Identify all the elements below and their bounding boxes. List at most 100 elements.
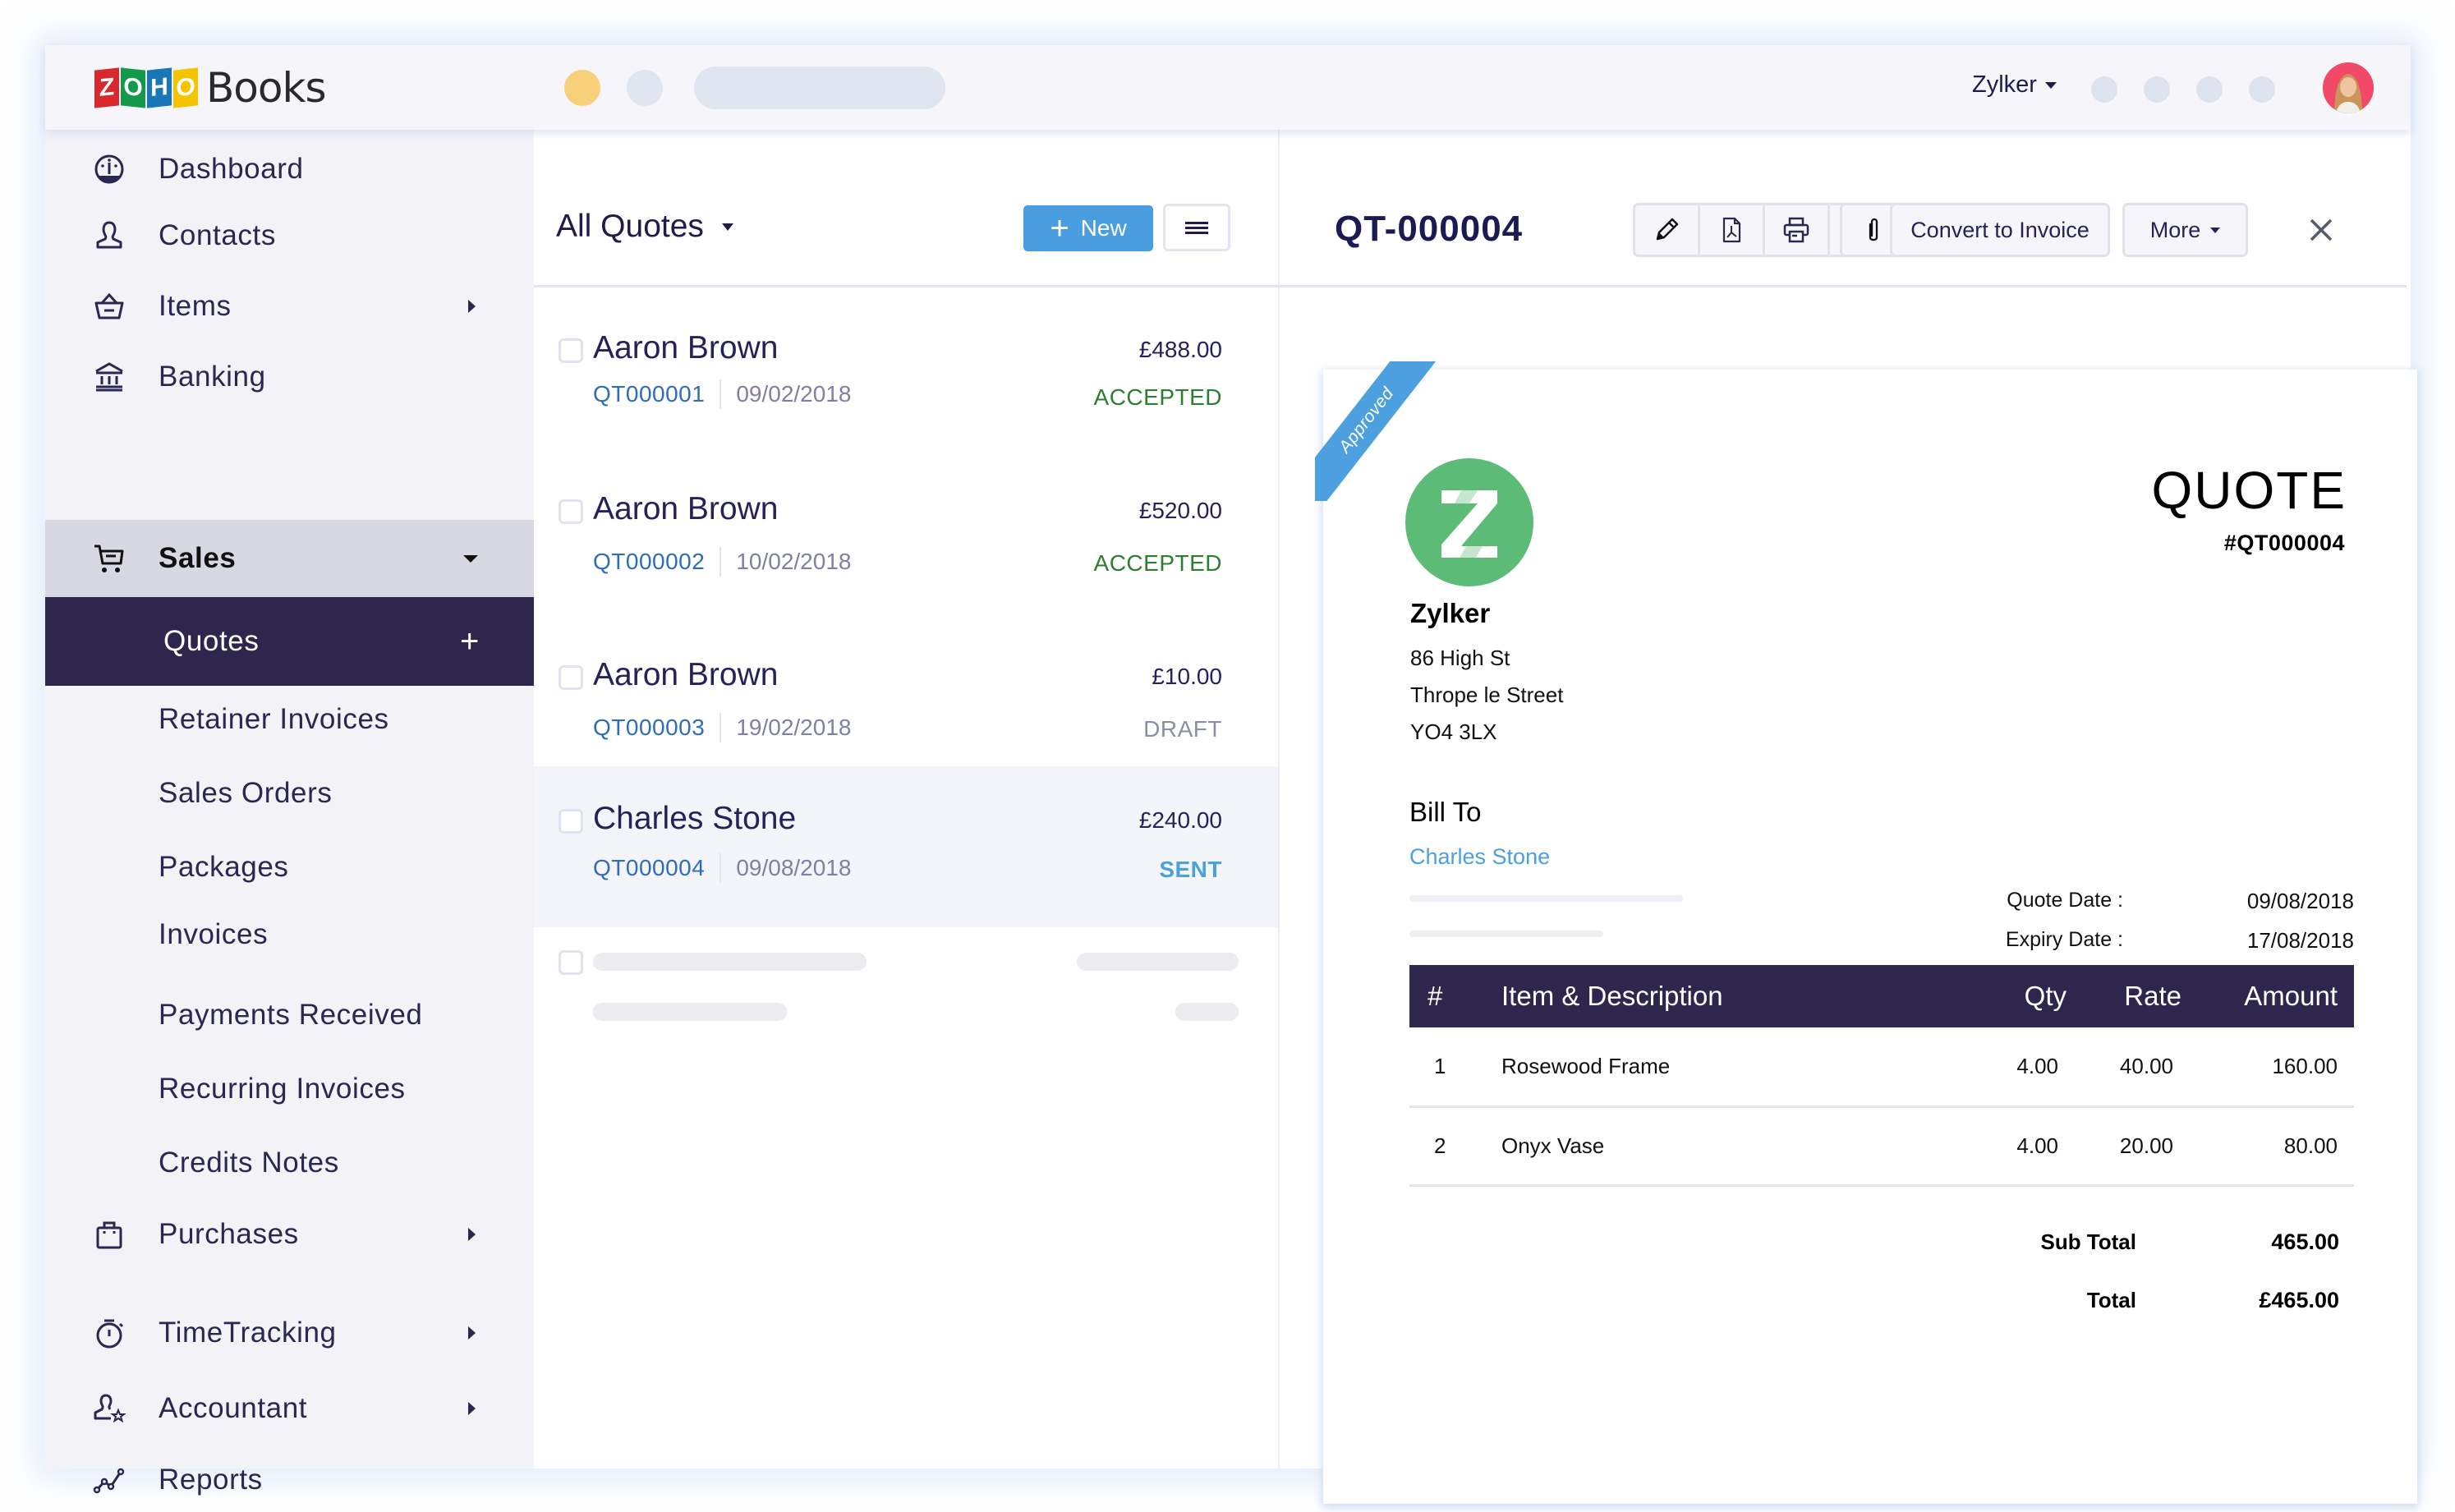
quote-number: QT000004 [593,855,706,880]
chevron-right-icon [468,1326,476,1340]
sidebar-subitem-retainer-invoices[interactable]: Retainer Invoices [45,684,534,755]
new-quote-button[interactable]: + New [1023,205,1153,251]
sidebar-item-label: Quotes [163,625,260,657]
stopwatch-icon [93,1317,126,1349]
add-quote-plus-icon[interactable]: + [460,623,479,660]
quote-list-item[interactable]: Aaron Brown £488.00 QT000001 09/02/2018 … [534,320,1278,481]
sidebar-subitem-packages[interactable]: Packages [45,832,534,903]
sidebar-subitem-payments-received[interactable]: Payments Received [45,980,534,1050]
sidebar-item-timetracking[interactable]: TimeTracking [45,1298,534,1368]
header-action-icon[interactable] [2091,76,2117,103]
placeholder-dot-icon[interactable] [627,70,663,106]
sidebar: Dashboard Contacts Items Banking Sales Q… [45,130,534,1496]
skeleton-placeholder [1409,895,1683,902]
status-badge: ACCEPTED [1093,550,1222,576]
row-checkbox[interactable] [559,665,583,690]
divider [719,379,722,409]
quote-meta: QT000002 10/02/2018 [593,547,851,577]
quote-date: 10/02/2018 [736,549,852,574]
view-selector-dropdown[interactable]: All Quotes [556,209,733,245]
sidebar-subitem-quotes[interactable]: Quotes + [45,597,534,686]
user-avatar[interactable] [2323,62,2374,113]
status-dot-icon[interactable] [564,70,600,106]
bank-icon [93,361,126,393]
row-checkbox[interactable] [559,499,583,524]
close-detail-button[interactable] [2306,215,2339,248]
edit-button[interactable] [1635,205,1700,255]
sidebar-subitem-credit-notes[interactable]: Credits Notes [45,1128,534,1198]
convert-to-invoice-button[interactable]: Convert to Invoice [1890,203,2110,257]
logo-letter: O [173,67,198,108]
item-description: Onyx Vase [1501,1106,1968,1187]
status-badge: ACCEPTED [1093,384,1222,410]
bill-to-customer-link[interactable]: Charles Stone [1409,844,1550,870]
quote-number: QT000001 [593,381,706,407]
org-switcher[interactable]: Zylker [1972,71,2057,99]
top-bar: Z O H O Books Zylker [45,45,2411,130]
user-photo-icon [2323,62,2374,113]
sidebar-item-label: Packages [159,851,289,883]
skeleton-placeholder [593,1003,787,1021]
reports-graph-icon [93,1464,126,1496]
address-line: YO4 3LX [1410,719,1497,744]
organization-logo [1405,458,1533,586]
list-options-button[interactable] [1163,204,1230,251]
quote-date-value: 09/08/2018 [2246,889,2354,913]
quote-title: QT-000004 [1335,209,1524,249]
sidebar-item-label: Retainer Invoices [159,703,389,735]
sidebar-item-dashboard[interactable]: Dashboard [45,130,534,209]
quote-list-item[interactable]: Aaron Brown £520.00 QT000002 10/02/2018 … [534,481,1278,642]
row-checkbox[interactable] [559,338,583,363]
new-button-label: New [1080,215,1127,241]
sidebar-item-items[interactable]: Items [45,271,534,342]
pdf-icon [1722,217,1741,243]
sidebar-subitem-recurring-invoices[interactable]: Recurring Invoices [45,1054,534,1124]
sidebar-subitem-invoices[interactable]: Invoices [45,899,534,970]
row-checkbox[interactable] [559,950,583,975]
cart-icon [93,542,126,575]
header-action-icon[interactable] [2144,76,2170,103]
header-action-icon[interactable] [2196,76,2223,103]
sidebar-item-label: Recurring Invoices [159,1073,406,1105]
table-row: 1 Rosewood Frame 4.00 40.00 160.00 [1409,1027,2354,1108]
item-description: Rosewood Frame [1501,1027,1968,1108]
divider [719,853,722,883]
logo-letter: O [121,67,145,108]
column-header-description: Item & Description [1501,965,1968,1027]
sidebar-item-contacts[interactable]: Contacts [45,200,534,271]
column-header-amount: Amount [2181,965,2354,1027]
sidebar-item-reports[interactable]: Reports [45,1445,534,1512]
column-header-rate: Rate [2067,965,2181,1027]
view-title: All Quotes [556,209,704,244]
quote-list-item-selected[interactable]: Charles Stone £240.00 QT000004 09/08/201… [534,766,1278,927]
more-actions-dropdown[interactable]: More [2122,203,2248,257]
chevron-down-icon [463,554,478,563]
sidebar-item-label: Reports [159,1464,263,1496]
item-qty: 4.00 [1968,1027,2067,1108]
zoho-books-logo[interactable]: Z O H O Books [94,63,326,113]
sidebar-item-label: Invoices [159,918,269,950]
sidebar-item-label: Sales Orders [159,777,333,809]
bill-to-label: Bill To [1409,797,1482,827]
quote-date-label: Quote Date : [2007,889,2123,912]
header-action-icon[interactable] [2249,76,2275,103]
product-name: Books [206,64,326,112]
sidebar-item-banking[interactable]: Banking [45,342,534,412]
status-badge: DRAFT [1143,716,1222,742]
chevron-right-icon [468,300,476,313]
logo-letter: Z [94,67,119,108]
sidebar-item-sales[interactable]: Sales [45,520,534,597]
search-bar-placeholder[interactable] [694,67,945,109]
sidebar-item-accountant[interactable]: Accountant [45,1373,534,1444]
caret-down-icon [2044,81,2057,89]
contact-person-icon [93,219,126,252]
quote-meta: QT000003 19/02/2018 [593,713,851,742]
row-checkbox[interactable] [559,809,583,834]
sidebar-item-purchases[interactable]: Purchases [45,1199,534,1270]
print-button[interactable] [1765,205,1830,255]
pdf-button[interactable] [1700,205,1765,255]
item-number: 1 [1409,1027,1501,1108]
total-label: Total [2086,1288,2136,1312]
sidebar-subitem-sales-orders[interactable]: Sales Orders [45,758,534,829]
quote-list-item-loading [534,927,1278,1088]
